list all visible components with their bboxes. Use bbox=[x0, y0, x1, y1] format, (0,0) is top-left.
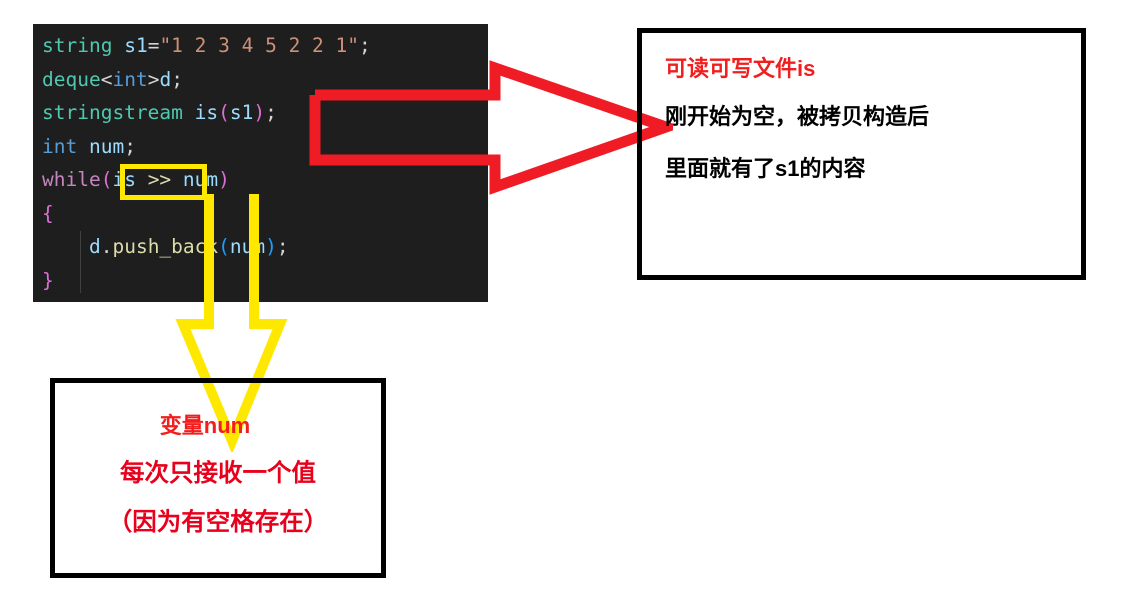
right-box-content: 可读可写文件is 刚开始为空，被拷贝构造后 里面就有了s1的内容 bbox=[665, 47, 1075, 195]
code-token: d bbox=[159, 67, 172, 91]
code-token: ( bbox=[218, 101, 230, 124]
code-line: deque<int>d; bbox=[42, 63, 371, 97]
code-line: } bbox=[42, 264, 371, 298]
right-box-line-1: 刚开始为空，被拷贝构造后 bbox=[665, 104, 930, 129]
code-token: < bbox=[100, 67, 113, 91]
code-line: string s1="1 2 3 4 5 2 2 1"; bbox=[42, 29, 371, 63]
code-token: ; bbox=[171, 67, 183, 91]
code-token: num bbox=[229, 235, 266, 258]
code-token: ; bbox=[265, 101, 277, 124]
code-token: ; bbox=[124, 134, 136, 158]
right-annotation-box: 可读可写文件is 刚开始为空，被拷贝构造后 里面就有了s1的内容 bbox=[637, 28, 1086, 280]
code-token: s1 bbox=[229, 101, 254, 124]
code-token: ( bbox=[218, 235, 230, 258]
code-token: ; bbox=[276, 235, 289, 258]
code-line: d.push_back(num); bbox=[42, 230, 371, 264]
code-token: . bbox=[100, 235, 113, 258]
code-token: } bbox=[42, 268, 54, 292]
code-token: stringstream bbox=[42, 101, 183, 124]
code-token: "1 2 3 4 5 2 2 1" bbox=[159, 34, 360, 57]
code-token: push_back bbox=[112, 235, 219, 258]
code-block: string s1="1 2 3 4 5 2 2 1"; deque<int>d;… bbox=[33, 24, 488, 302]
bottom-annotation-box: 变量num 每次只接收一个值 （因为有空格存在） bbox=[50, 378, 386, 578]
code-lines: string s1="1 2 3 4 5 2 2 1"; deque<int>d;… bbox=[42, 29, 371, 297]
code-token: { bbox=[42, 201, 54, 225]
right-box-line-2: 里面就有了s1的内容 bbox=[665, 156, 866, 181]
code-line: int num; bbox=[42, 130, 371, 164]
code-token: s1 bbox=[124, 34, 148, 57]
code-token: deque bbox=[42, 67, 101, 91]
code-line: stringstream is(s1); bbox=[42, 96, 371, 130]
right-box-title: 可读可写文件is bbox=[665, 56, 816, 81]
code-token: while bbox=[42, 168, 101, 191]
code-token: string bbox=[42, 34, 113, 57]
code-token: ) bbox=[265, 235, 277, 258]
code-line: { bbox=[42, 197, 371, 231]
code-token: ) bbox=[253, 101, 266, 124]
code-token: ( bbox=[100, 168, 113, 191]
code-token: is bbox=[194, 101, 219, 124]
bottom-box-line-2: （因为有空格存在） bbox=[107, 509, 329, 536]
code-token: = bbox=[147, 34, 160, 57]
code-token: ; bbox=[359, 34, 371, 57]
code-token: d bbox=[88, 235, 101, 258]
bottom-box-title: 变量num bbox=[159, 413, 251, 438]
code-token: int bbox=[112, 67, 148, 91]
code-token: > bbox=[147, 67, 160, 91]
code-token: num bbox=[88, 134, 125, 158]
indent-guide bbox=[80, 231, 81, 293]
code-token: ) bbox=[218, 168, 230, 191]
code-token: int bbox=[42, 134, 78, 158]
yellow-highlight-box bbox=[120, 164, 207, 200]
bottom-box-line-1: 每次只接收一个值 bbox=[120, 460, 316, 487]
bottom-box-content: 变量num 每次只接收一个值 （因为有空格存在） bbox=[55, 403, 381, 547]
